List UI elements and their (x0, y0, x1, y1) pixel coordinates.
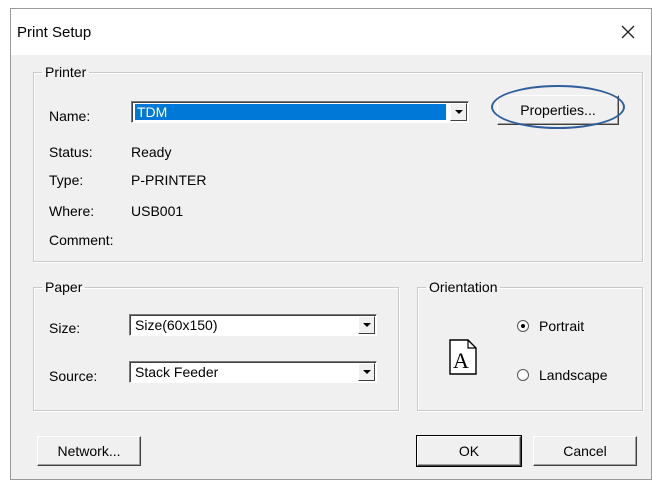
printer-status-label: Status: (49, 144, 93, 160)
printer-comment-label: Comment: (49, 232, 114, 248)
document-portrait-icon: A (449, 339, 477, 375)
printer-name-value: TDM (135, 104, 446, 120)
cancel-button[interactable]: Cancel (533, 436, 637, 466)
chevron-down-icon (454, 110, 463, 114)
landscape-radio[interactable] (517, 369, 529, 381)
printer-name-select[interactable]: TDM (131, 101, 469, 123)
printer-where-value: USB001 (131, 203, 184, 219)
title-bar: Print Setup (11, 9, 651, 55)
paper-source-dropdown-button[interactable] (358, 363, 375, 381)
paper-source-select[interactable]: Stack Feeder (129, 361, 377, 383)
paper-size-dropdown-button[interactable] (358, 316, 375, 334)
dialog-title: Print Setup (17, 24, 92, 41)
print-setup-dialog: Print Setup Printer Name: TDM Properties… (10, 8, 652, 480)
printer-name-label: Name: (49, 108, 91, 124)
portrait-radio-label[interactable]: Portrait (539, 318, 584, 334)
close-icon (621, 25, 635, 39)
close-button[interactable] (605, 9, 651, 55)
chevron-down-icon (362, 370, 371, 374)
printer-type-label: Type: (49, 172, 84, 188)
paper-size-label: Size: (49, 320, 81, 336)
paper-size-value: Size(60x150) (135, 317, 218, 333)
printer-type-value: P-PRINTER (131, 172, 207, 188)
printer-name-dropdown-button[interactable] (450, 103, 467, 121)
printer-group-label: Printer (45, 64, 87, 80)
page-icon-letter: A (453, 348, 469, 373)
landscape-radio-label[interactable]: Landscape (539, 367, 608, 383)
paper-group: Paper (33, 279, 399, 411)
orientation-group-label: Orientation (429, 279, 498, 295)
chevron-down-icon (362, 323, 371, 327)
paper-source-label: Source: (49, 368, 98, 384)
printer-where-label: Where: (49, 203, 95, 219)
paper-source-value: Stack Feeder (135, 364, 219, 380)
properties-button[interactable]: Properties... (497, 95, 619, 125)
portrait-radio[interactable] (517, 320, 529, 332)
ok-button[interactable]: OK (416, 435, 522, 467)
printer-status-value: Ready (131, 144, 172, 160)
network-button[interactable]: Network... (37, 436, 141, 466)
paper-size-select[interactable]: Size(60x150) (129, 314, 377, 336)
printer-group: Printer (33, 64, 643, 262)
paper-group-label: Paper (45, 279, 83, 295)
